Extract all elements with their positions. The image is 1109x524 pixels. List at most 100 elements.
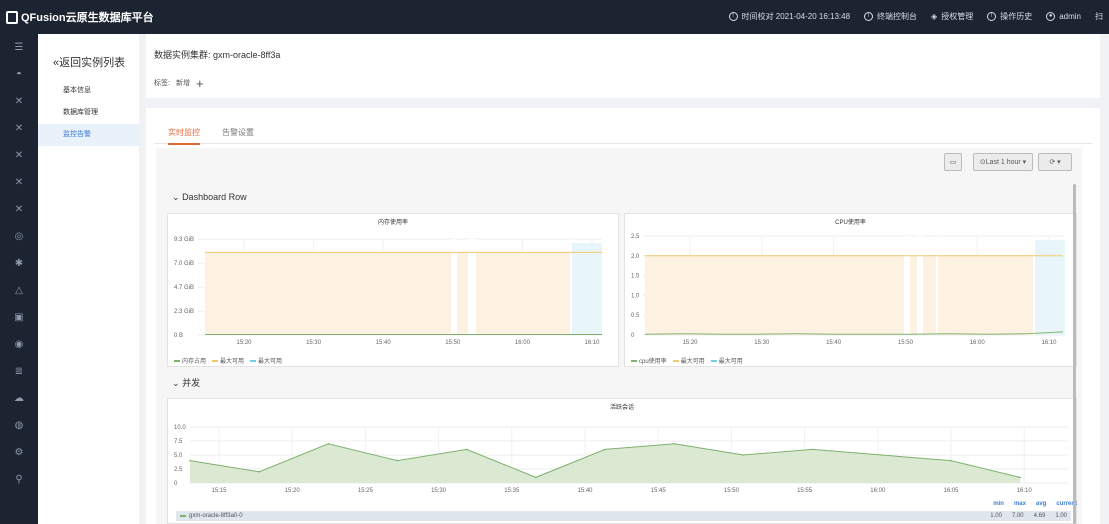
panel-memory-usage[interactable]: 内存使用率 9.3 GiB 7.0 GiB 4.7 GiB 2.3 GiB 0 B 15:… [167,213,619,367]
data-point [811,448,814,451]
data-point [673,443,675,445]
monitor-icon: ▭ [949,159,957,166]
terminal-console-link[interactable]: ! 终端控制台 [864,11,917,22]
tools-icon-3[interactable]: ✕ [0,142,38,169]
x-tick-label: 16:10 [1041,340,1057,346]
tools-icon[interactable]: ✕ [0,88,38,115]
y-tick-label: 0 [174,481,178,487]
stat-header-max[interactable]: max [1014,501,1026,507]
legend-stat-headers: min max avg current [947,501,1077,507]
license-link[interactable]: ◈ 授权管理 [931,11,973,22]
tab-realtime-monitoring[interactable]: 实时监控 [168,127,200,145]
data-point [465,448,468,451]
row-concurrency-toggle[interactable]: ⌄ 并发 [172,376,200,389]
data-point [327,443,330,445]
history-link[interactable]: ! 操作历史 [987,11,1032,22]
dashboard-toolbar: ▭ ⊙ Last 1 hour ▾ ⟳ ▾ [944,153,1072,171]
cloud-icon[interactable]: ☁ [0,385,38,412]
subnav-item-monitoring[interactable]: 监控告警 [38,124,139,146]
layers-icon: ◈ [931,12,938,21]
panel-cpu-usage[interactable]: CPU使用率 2.5 2.0 1.5 1.0 0.5 0 15:20 15:30 15:40 15… [624,213,1077,367]
x-tick-label: 15:30 [306,340,322,346]
top-bar: QFusion云原生数据库平台 ! 时间校对 2021-04-20 16:13:4… [0,0,1109,34]
globe-icon[interactable]: ◉ [0,331,38,358]
stat-header-avg[interactable]: avg [1036,501,1046,507]
tab-alert-settings[interactable]: 告警设置 [222,127,254,138]
subnav-item-basic-info[interactable]: 基本信息 [38,80,139,102]
tools-icon-4[interactable]: ✕ [0,169,38,196]
legend-item[interactable]: 最大可用 [250,356,282,365]
x-tick-label: 15:40 [826,340,842,346]
blue-band [572,243,602,335]
x-tick-label: 15:50 [724,488,740,494]
app-logo[interactable]: QFusion云原生数据库平台 [6,9,154,25]
location-icon[interactable]: ⚲ [0,466,38,493]
cpu-chart: 2.5 2.0 1.5 1.0 0.5 0 15:20 15:30 15:40 15:50 16:0… [631,234,1065,346]
x-tick-label: 15:20 [682,340,698,346]
tag-new-button[interactable]: 新增 [176,78,190,88]
x-tick-label: 15:20 [285,488,301,494]
tools-icon-5[interactable]: ✕ [0,196,38,223]
alert-icon[interactable]: △ [0,277,38,304]
x-tick-label: 15:40 [577,488,593,494]
instance-subnav: «返回实例列表 基本信息 数据库管理 监控告警 [38,34,139,524]
legend-item[interactable]: 内存占用 [174,356,206,365]
x-tick-label: 15:55 [797,488,813,494]
subnav-item-db-management[interactable]: 数据库管理 [38,102,139,124]
y-tick-label: 4.7 GiB [174,285,194,291]
instance-header: 数据实例集群: gxm-oracle-8ff3a 标签: 新增 + [146,34,1100,98]
signal-icon[interactable]: ◍ [0,412,38,439]
max-area-band [205,252,602,335]
legend-item[interactable]: 最大可用 [212,356,244,365]
tab-bar: 实时监控 告警设置 [154,124,1092,145]
y-tick-label: 1.0 [631,293,640,299]
x-tick-label: 15:25 [358,488,374,494]
user-menu[interactable]: ● admin [1046,11,1081,22]
cluster-icon[interactable]: ✱ [0,250,38,277]
legend-series-row[interactable]: gxm-oracle-8ff3a0-0 1.00 7.00 4.69 1.00 [176,511,1071,521]
time-range-picker[interactable]: ⊙ Last 1 hour ▾ [973,153,1033,171]
x-tick-label: 15:35 [504,488,520,494]
blue-band [1035,240,1065,335]
data-point [535,476,537,479]
row-dashboard-toggle[interactable]: ⌄ Dashboard Row [172,192,247,203]
legend-item[interactable]: 最大可用 [672,356,705,365]
x-tick-label: 15:45 [651,488,667,494]
terminal-icon: ! [864,12,874,21]
list-icon[interactable]: ≣ [0,358,38,385]
time-check[interactable]: ! 时间校对 2021-04-20 16:13:48 [728,11,850,22]
menu-icon[interactable]: ☰ [0,34,38,61]
tv-mode-button[interactable]: ▭ [944,153,962,171]
y-tick-label: 2.5 [631,234,640,240]
dashboard-scrollbar[interactable] [1073,184,1076,524]
tags-label: 标签: [154,80,170,87]
tools-icon-2[interactable]: ✕ [0,115,38,142]
legend-series: gxm-oracle-8ff3a0-0 [180,513,243,519]
refresh-icon: ⟳ [1049,159,1056,166]
clock-icon: ! [728,12,738,21]
document-icon[interactable]: ▣ [0,304,38,331]
x-tick-label: 16:05 [943,488,959,494]
x-tick-label: 16:00 [515,340,531,346]
y-tick-label: 5.0 [174,453,183,459]
y-tick-label: 10.0 [174,425,186,431]
stat-header-min[interactable]: min [993,501,1004,507]
scan-button[interactable]: 扫 [1095,11,1103,22]
data-point [189,459,191,462]
y-tick-label: 2.5 [174,467,183,473]
target-icon[interactable]: ◎ [0,223,38,250]
x-tick-label: 15:40 [376,340,392,346]
back-to-instance-list[interactable]: «返回实例列表 [53,54,125,70]
dashboard-icon[interactable]: ◓ [0,61,38,88]
x-tick-label: 16:00 [970,340,986,346]
panel-active-sessions[interactable]: 活跃会话 10.0 7.5 5.0 2.5 0 15:15 15:20 15:25 15:30 1… [167,398,1077,524]
legend-item[interactable]: cpu使用率 [631,356,667,365]
data-point [258,471,260,473]
data-gap [917,236,923,335]
refresh-picker[interactable]: ⟳ ▾ [1038,153,1072,171]
add-tag-button[interactable]: + [196,77,204,90]
legend-item[interactable]: 最大可用 [710,356,743,365]
settings-icon[interactable]: ⚙ [0,439,38,466]
chevron-down-icon: ▾ [1022,159,1027,166]
data-gap [936,236,938,335]
